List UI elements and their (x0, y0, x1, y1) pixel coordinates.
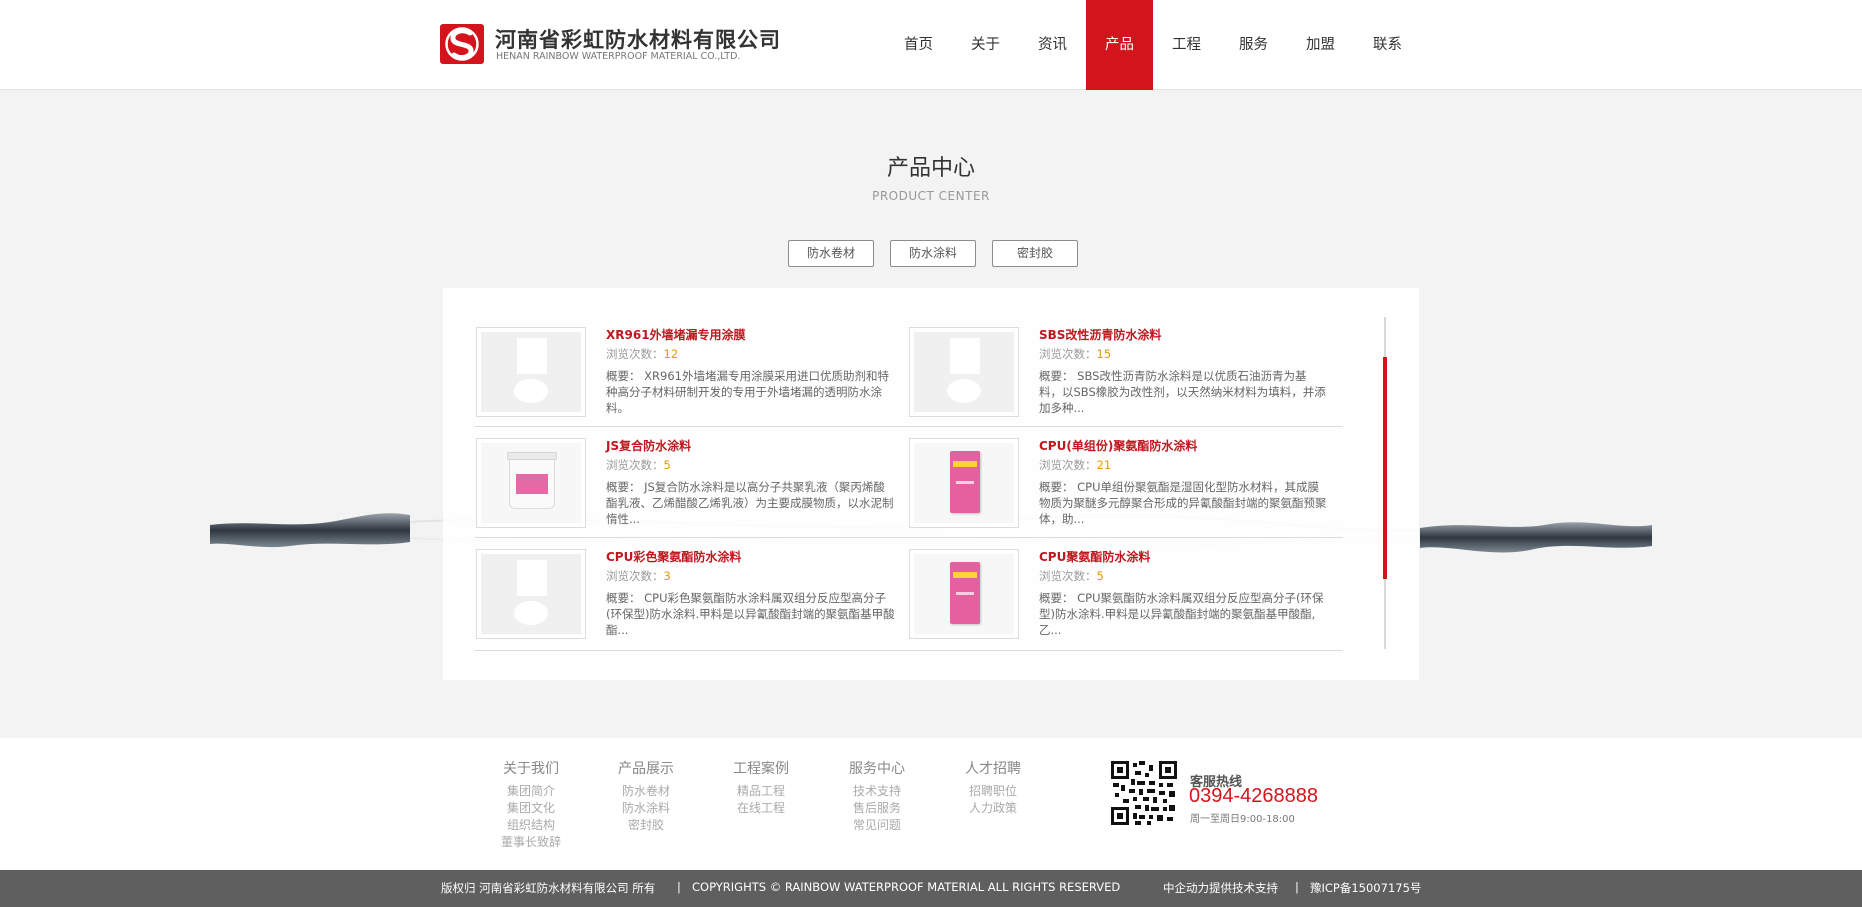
product-title[interactable]: JS复合防水涂料 (606, 438, 896, 454)
product-views: 浏览次数：12 (606, 347, 679, 361)
site-footer (0, 738, 1862, 870)
nav-item-products[interactable]: 产品 (1086, 0, 1153, 90)
qr-code-icon (1111, 761, 1177, 825)
footer-link[interactable]: 集团简介 (486, 783, 576, 800)
product-title[interactable]: XR961外墙堵漏专用涂膜 (606, 327, 896, 343)
product-views: 浏览次数：21 (1039, 458, 1112, 472)
nav-item-service[interactable]: 服务 (1220, 0, 1287, 90)
row-divider (475, 537, 1343, 538)
copyright-bar: 版权归 河南省彩虹防水材料有限公司 所有 | COPYRIGHTS © RAIN… (0, 870, 1862, 907)
footer-heading[interactable]: 产品展示 (601, 760, 691, 778)
brand-name-cn[interactable]: 河南省彩虹防水材料有限公司 (495, 24, 781, 54)
image-placeholder-icon (481, 332, 581, 412)
product-card[interactable]: SBS改性沥青防水涂料 浏览次数：15 概要： SBS改性沥青防水涂料是以优质石… (909, 327, 1329, 422)
product-summary: 概要： SBS改性沥青防水涂料是以优质石油沥青为基料，以SBS橡胶为改性剂，以天… (1039, 369, 1326, 415)
brand-name-en: HENAN RAINBOW WATERPROOF MATERIAL CO.,LT… (496, 51, 741, 62)
image-placeholder-icon (481, 554, 581, 634)
product-title[interactable]: CPU(单组份)聚氨酯防水涂料 (1039, 438, 1329, 454)
footer-link[interactable]: 董事长致辞 (486, 834, 576, 851)
footer-link[interactable]: 技术支持 (832, 783, 922, 800)
nav-item-about[interactable]: 关于 (952, 0, 1019, 90)
site-header: 河南省彩虹防水材料有限公司 HENAN RAINBOW WATERPROOF M… (0, 0, 1862, 90)
product-summary: 概要： CPU聚氨酯防水涂料属双组分反应型高分子(环保型)防水涂料.甲料是以异氰… (1039, 591, 1324, 637)
footer-link[interactable]: 防水涂料 (601, 800, 691, 817)
category-filter: 防水卷材 防水涂料 密封胶 (788, 240, 1078, 267)
category-button-sealant[interactable]: 密封胶 (992, 240, 1078, 267)
product-summary: 概要： XR961外墙堵漏专用涂膜采用进口优质助剂和特种高分子材料研制开发的专用… (606, 369, 889, 415)
main-nav: 首页 关于 资讯 产品 工程 服务 加盟 联系 (885, 0, 1421, 90)
footer-column-service: 服务中心 技术支持 售后服务 常见问题 (832, 760, 922, 834)
logo-s-icon[interactable] (440, 24, 484, 64)
footer-link[interactable]: 售后服务 (832, 800, 922, 817)
footer-column-careers: 人才招聘 招聘职位 人力政策 (948, 760, 1038, 817)
product-views: 浏览次数：5 (606, 458, 671, 472)
nav-item-home[interactable]: 首页 (885, 0, 952, 90)
footer-link[interactable]: 密封胶 (601, 817, 691, 834)
product-card[interactable]: CPU彩色聚氨酯防水涂料 浏览次数：3 概要： CPU彩色聚氨酯防水涂料属双组分… (476, 549, 896, 644)
tech-support-link[interactable]: 中企动力提供技术支持 (1163, 880, 1278, 896)
copyright-separator: | (1295, 880, 1299, 894)
product-card[interactable]: XR961外墙堵漏专用涂膜 浏览次数：12 概要： XR961外墙堵漏专用涂膜采… (476, 327, 896, 422)
coating-bag-image (914, 554, 1014, 634)
footer-link[interactable]: 精品工程 (716, 783, 806, 800)
product-title[interactable]: CPU彩色聚氨酯防水涂料 (606, 549, 896, 565)
image-placeholder-icon (914, 332, 1014, 412)
footer-heading[interactable]: 人才招聘 (948, 760, 1038, 778)
coating-bag-image (914, 443, 1014, 523)
hotline-hours: 周一至周日9:00-18:00 (1190, 814, 1295, 825)
footer-column-about: 关于我们 集团简介 集团文化 组织结构 董事长致辞 (486, 760, 576, 851)
product-summary: 概要： CPU单组份聚氨酯是湿固化型防水材料，其成膜物质为聚醚多元醇聚合形成的异… (1039, 480, 1327, 526)
product-views: 浏览次数：5 (1039, 569, 1104, 583)
copyright-rights: COPYRIGHTS © RAINBOW WATERPROOF MATERIAL… (692, 880, 1121, 894)
product-card[interactable]: CPU聚氨酯防水涂料 浏览次数：5 概要： CPU聚氨酯防水涂料属双组分反应型高… (909, 549, 1329, 644)
product-thumbnail[interactable] (476, 549, 586, 639)
nav-item-contact[interactable]: 联系 (1354, 0, 1421, 90)
product-title[interactable]: CPU聚氨酯防水涂料 (1039, 549, 1329, 565)
footer-column-projects: 工程案例 精品工程 在线工程 (716, 760, 806, 817)
product-thumbnail[interactable] (909, 438, 1019, 528)
product-views: 浏览次数：3 (606, 569, 671, 583)
product-thumbnail[interactable] (476, 327, 586, 417)
footer-link[interactable]: 常见问题 (832, 817, 922, 834)
row-divider (475, 426, 1343, 427)
product-card[interactable]: CPU(单组份)聚氨酯防水涂料 浏览次数：21 概要： CPU单组份聚氨酯是湿固… (909, 438, 1329, 533)
product-thumbnail[interactable] (476, 438, 586, 528)
footer-link[interactable]: 防水卷材 (601, 783, 691, 800)
footer-column-products: 产品展示 防水卷材 防水涂料 密封胶 (601, 760, 691, 834)
product-thumbnail[interactable] (909, 327, 1019, 417)
hotline-number[interactable]: 0394-4268888 (1189, 785, 1318, 808)
copyright-separator: | (677, 880, 681, 894)
category-button-membrane[interactable]: 防水卷材 (788, 240, 874, 267)
product-views: 浏览次数：15 (1039, 347, 1112, 361)
footer-link[interactable]: 招聘职位 (948, 783, 1038, 800)
icp-link[interactable]: 豫ICP备15007175号 (1310, 880, 1421, 896)
footer-link[interactable]: 集团文化 (486, 800, 576, 817)
footer-link[interactable]: 在线工程 (716, 800, 806, 817)
footer-heading[interactable]: 工程案例 (716, 760, 806, 778)
product-card[interactable]: JS复合防水涂料 浏览次数：5 概要： JS复合防水涂料是以高分子共聚乳液（聚丙… (476, 438, 896, 533)
paint-bucket-image (481, 443, 581, 523)
page-title: 产品中心 (886, 156, 975, 181)
product-title[interactable]: SBS改性沥青防水涂料 (1039, 327, 1329, 343)
nav-item-news[interactable]: 资讯 (1019, 0, 1086, 90)
product-summary: 概要： CPU彩色聚氨酯防水涂料属双组分反应型高分子(环保型)防水涂料.甲料是以… (606, 591, 895, 637)
footer-heading[interactable]: 关于我们 (486, 760, 576, 778)
scrollbar-thumb[interactable] (1383, 357, 1387, 579)
page-subtitle: PRODUCT CENTER (872, 189, 990, 203)
copyright-owner: 版权归 河南省彩虹防水材料有限公司 所有 (441, 881, 656, 895)
product-summary: 概要： JS复合防水涂料是以高分子共聚乳液（聚丙烯酸酯乳液、乙烯醋酸乙烯乳液）为… (606, 480, 894, 526)
product-thumbnail[interactable] (909, 549, 1019, 639)
footer-heading[interactable]: 服务中心 (832, 760, 922, 778)
nav-item-projects[interactable]: 工程 (1153, 0, 1220, 90)
category-button-coating[interactable]: 防水涂料 (890, 240, 976, 267)
footer-link[interactable]: 组织结构 (486, 817, 576, 834)
row-divider (475, 650, 1343, 651)
footer-link[interactable]: 人力政策 (948, 800, 1038, 817)
nav-item-franchise[interactable]: 加盟 (1287, 0, 1354, 90)
